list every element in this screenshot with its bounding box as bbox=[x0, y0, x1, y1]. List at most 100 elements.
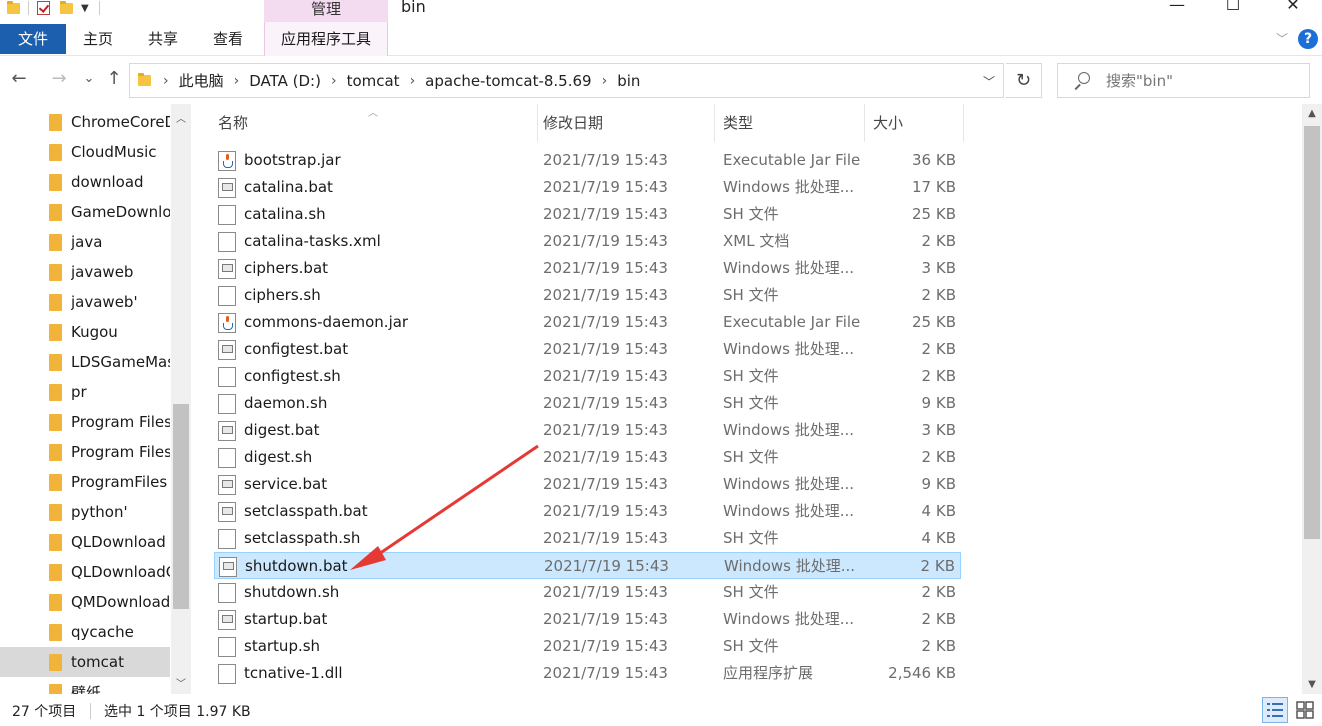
nav-item[interactable]: Program Files bbox=[0, 407, 170, 437]
tab-share[interactable]: 共享 bbox=[148, 24, 178, 54]
file-row[interactable]: daemon.sh 2021/7/19 15:43 SH 文件 9 KB bbox=[214, 390, 961, 417]
close-button[interactable]: ✕ bbox=[1270, 0, 1316, 14]
nav-item[interactable]: ProgramFiles bbox=[0, 467, 170, 497]
nav-item[interactable]: java bbox=[0, 227, 170, 257]
breadcrumb-tomcat[interactable]: tomcat bbox=[343, 72, 404, 90]
maximize-button[interactable]: ☐ bbox=[1210, 0, 1256, 14]
folder-icon bbox=[49, 293, 62, 311]
minimize-button[interactable]: — bbox=[1154, 0, 1200, 14]
vertical-scrollbar[interactable]: ▲ ▼ bbox=[1302, 104, 1322, 694]
nav-item[interactable]: CloudMusic bbox=[0, 137, 170, 167]
search-input[interactable] bbox=[1106, 71, 1286, 90]
nav-item[interactable]: javaweb' bbox=[0, 287, 170, 317]
bat-icon bbox=[219, 557, 237, 577]
nav-item[interactable]: Program Files bbox=[0, 437, 170, 467]
file-row[interactable]: configtest.sh 2021/7/19 15:43 SH 文件 2 KB bbox=[214, 363, 961, 390]
file-type: Windows 批处理... bbox=[723, 475, 855, 493]
file-row[interactable]: service.bat 2021/7/19 15:43 Windows 批处理...… bbox=[214, 471, 961, 498]
nav-item[interactable]: pr bbox=[0, 377, 170, 407]
folder-icon[interactable] bbox=[7, 0, 20, 14]
nav-item[interactable]: tomcat bbox=[0, 647, 170, 677]
address-bar[interactable]: › 此电脑 › DATA (D:) › tomcat › apache-tomc… bbox=[129, 63, 1004, 98]
column-header-type[interactable]: 类型 bbox=[715, 104, 865, 142]
up-button[interactable]: ↑ bbox=[103, 68, 125, 90]
file-icon bbox=[218, 448, 236, 468]
column-headers: 名称 ︿ 修改日期 类型 大小 bbox=[192, 104, 972, 142]
navigation-bar: ← → ⌄ ↑ › 此电脑 › DATA (D:) › tomcat › apa… bbox=[0, 56, 1322, 104]
nav-item[interactable]: qycache bbox=[0, 617, 170, 647]
file-row[interactable]: catalina.sh 2021/7/19 15:43 SH 文件 25 KB bbox=[214, 201, 961, 228]
breadcrumb-apache-tomcat[interactable]: apache-tomcat-8.5.69 bbox=[421, 72, 595, 90]
file-modified: 2021/7/19 15:43 bbox=[543, 205, 668, 223]
file-row[interactable]: ciphers.bat 2021/7/19 15:43 Windows 批处理...… bbox=[214, 255, 961, 282]
nav-item[interactable]: download bbox=[0, 167, 170, 197]
chevron-right-icon[interactable]: › bbox=[325, 73, 343, 89]
tab-application-tools[interactable]: 应用程序工具 bbox=[264, 22, 388, 56]
nav-item[interactable]: QMDownload bbox=[0, 587, 170, 617]
chevron-down-icon[interactable]: ﹀ bbox=[1273, 30, 1291, 48]
file-type: Windows 批处理... bbox=[724, 557, 856, 575]
new-folder-icon[interactable] bbox=[60, 0, 73, 14]
file-type: SH 文件 bbox=[723, 529, 779, 547]
nav-item[interactable]: javaweb bbox=[0, 257, 170, 287]
nav-item[interactable]: GameDownlo bbox=[0, 197, 170, 227]
properties-icon[interactable] bbox=[37, 1, 50, 15]
file-row[interactable]: setclasspath.sh 2021/7/19 15:43 SH 文件 4 KB bbox=[214, 525, 961, 552]
column-header-modified[interactable]: 修改日期 bbox=[535, 104, 715, 142]
nav-pane-scrollbar[interactable]: ︿ ﹀ bbox=[171, 104, 191, 694]
details-view-button[interactable] bbox=[1262, 697, 1288, 723]
scrollbar-thumb[interactable] bbox=[1304, 126, 1320, 539]
nav-item-label: 壁纸 bbox=[71, 683, 102, 695]
customize-toolbar-icon[interactable]: ▼ bbox=[81, 3, 89, 14]
bat-icon bbox=[218, 421, 236, 441]
file-row[interactable]: configtest.bat 2021/7/19 15:43 Windows 批处理… bbox=[214, 336, 961, 363]
file-row[interactable]: startup.bat 2021/7/19 15:43 Windows 批处理...… bbox=[214, 606, 961, 633]
tab-view[interactable]: 查看 bbox=[213, 24, 243, 54]
file-row[interactable]: commons-daemon.jar 2021/7/19 15:43 Executa… bbox=[214, 309, 961, 336]
search-box[interactable] bbox=[1057, 63, 1310, 98]
scroll-down-icon[interactable]: ﹀ bbox=[171, 675, 191, 690]
scroll-up-icon[interactable]: ▲ bbox=[1302, 108, 1322, 119]
file-row[interactable]: shutdown.sh 2021/7/19 15:43 SH 文件 2 KB bbox=[214, 579, 961, 606]
nav-item[interactable]: ChromeCoreD bbox=[0, 107, 170, 137]
scroll-up-icon[interactable]: ︿ bbox=[171, 110, 191, 125]
file-row[interactable]: digest.sh 2021/7/19 15:43 SH 文件 2 KB bbox=[214, 444, 961, 471]
scrollbar-thumb[interactable] bbox=[173, 404, 189, 609]
refresh-button[interactable]: ↻ bbox=[1006, 63, 1042, 98]
breadcrumb-this-pc[interactable]: 此电脑 bbox=[175, 70, 228, 91]
chevron-right-icon[interactable]: › bbox=[157, 73, 175, 89]
chevron-right-icon[interactable]: › bbox=[596, 73, 614, 89]
column-header-size[interactable]: 大小 bbox=[865, 104, 964, 142]
breadcrumb-data-drive[interactable]: DATA (D:) bbox=[245, 72, 325, 90]
file-row[interactable]: ciphers.sh 2021/7/19 15:43 SH 文件 2 KB bbox=[214, 282, 961, 309]
nav-item[interactable]: QLDownloadG bbox=[0, 557, 170, 587]
file-row[interactable]: catalina.bat 2021/7/19 15:43 Windows 批处理..… bbox=[214, 174, 961, 201]
forward-button[interactable]: → bbox=[48, 68, 70, 90]
back-button[interactable]: ← bbox=[8, 68, 30, 90]
file-icon bbox=[218, 205, 236, 225]
chevron-right-icon[interactable]: › bbox=[404, 73, 422, 89]
file-row[interactable]: tcnative-1.dll 2021/7/19 15:43 应用程序扩展 2,546… bbox=[214, 660, 961, 687]
help-icon[interactable]: ? bbox=[1298, 29, 1318, 49]
nav-item[interactable]: QLDownload bbox=[0, 527, 170, 557]
nav-item[interactable]: LDSGameMas bbox=[0, 347, 170, 377]
file-size: 17 KB bbox=[912, 178, 956, 196]
chevron-down-icon[interactable]: ﹀ bbox=[983, 73, 995, 90]
file-row[interactable]: startup.sh 2021/7/19 15:43 SH 文件 2 KB bbox=[214, 633, 961, 660]
tab-home[interactable]: 主页 bbox=[83, 24, 113, 54]
nav-item[interactable]: python' bbox=[0, 497, 170, 527]
folder-icon bbox=[49, 263, 62, 281]
nav-item[interactable]: Kugou bbox=[0, 317, 170, 347]
file-row[interactable]: bootstrap.jar 2021/7/19 15:43 Executable J… bbox=[214, 147, 961, 174]
nav-item[interactable]: 壁纸 bbox=[0, 677, 170, 694]
chevron-right-icon[interactable]: › bbox=[228, 73, 246, 89]
scroll-down-icon[interactable]: ▼ bbox=[1302, 679, 1322, 690]
file-row[interactable]: catalina-tasks.xml 2021/7/19 15:43 XML 文档 2… bbox=[214, 228, 961, 255]
file-row[interactable]: digest.bat 2021/7/19 15:43 Windows 批处理... 3… bbox=[214, 417, 961, 444]
large-icons-view-button[interactable] bbox=[1292, 697, 1318, 723]
tab-file[interactable]: 文件 bbox=[0, 24, 66, 54]
breadcrumb-bin[interactable]: bin bbox=[613, 72, 644, 90]
file-row[interactable]: setclasspath.bat 2021/7/19 15:43 Windows 批… bbox=[214, 498, 961, 525]
recent-locations-button[interactable]: ⌄ bbox=[78, 68, 100, 90]
file-row[interactable]: shutdown.bat 2021/7/19 15:43 Windows 批处理..… bbox=[214, 552, 961, 579]
